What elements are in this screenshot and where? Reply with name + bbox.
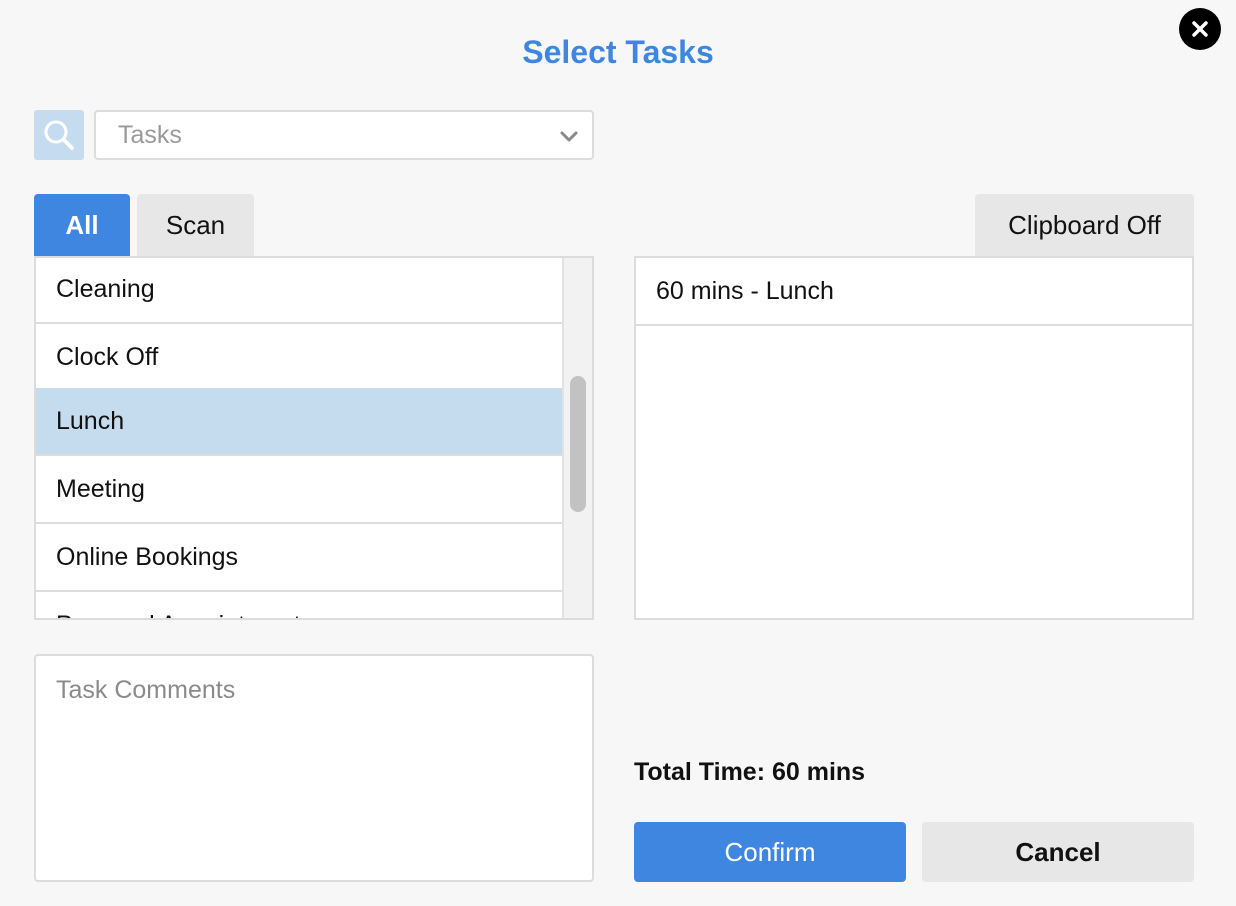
confirm-button[interactable]: Confirm [634,822,906,882]
search-button[interactable] [34,110,84,160]
close-button[interactable] [1179,8,1221,50]
task-search-placeholder: Tasks [118,120,182,149]
list-item-online-bookings[interactable]: Online Bookings [36,524,564,592]
task-search-select[interactable]: Tasks [94,110,594,160]
page-title: Select Tasks [522,34,714,70]
selected-task-row[interactable]: 60 mins - Lunch [636,258,1192,326]
list-item-personal-appointment[interactable]: Personal Appointment [36,592,564,618]
clipboard-toggle-button[interactable]: Clipboard Off [975,194,1194,256]
selected-tasks-panel: 60 mins - Lunch [634,256,1194,620]
list-item-cleaning[interactable]: Cleaning [36,258,564,324]
tab-all[interactable]: All [34,194,130,256]
close-icon [1192,21,1208,37]
task-list: Cleaning Clock Off Lunch Meeting Online … [34,256,594,620]
search-icon [44,120,74,150]
tab-scan[interactable]: Scan [137,194,254,256]
scrollbar-thumb[interactable] [570,376,586,512]
task-comments-field[interactable] [34,654,594,882]
chevron-down-icon [560,131,578,142]
list-item-meeting[interactable]: Meeting [36,456,564,524]
total-time: Total Time: 60 mins [634,758,866,786]
list-item-clock-off[interactable]: Clock Off [36,324,564,392]
cancel-button[interactable]: Cancel [922,822,1194,882]
list-item-lunch[interactable]: Lunch [36,388,564,456]
scrollbar[interactable] [562,258,592,618]
